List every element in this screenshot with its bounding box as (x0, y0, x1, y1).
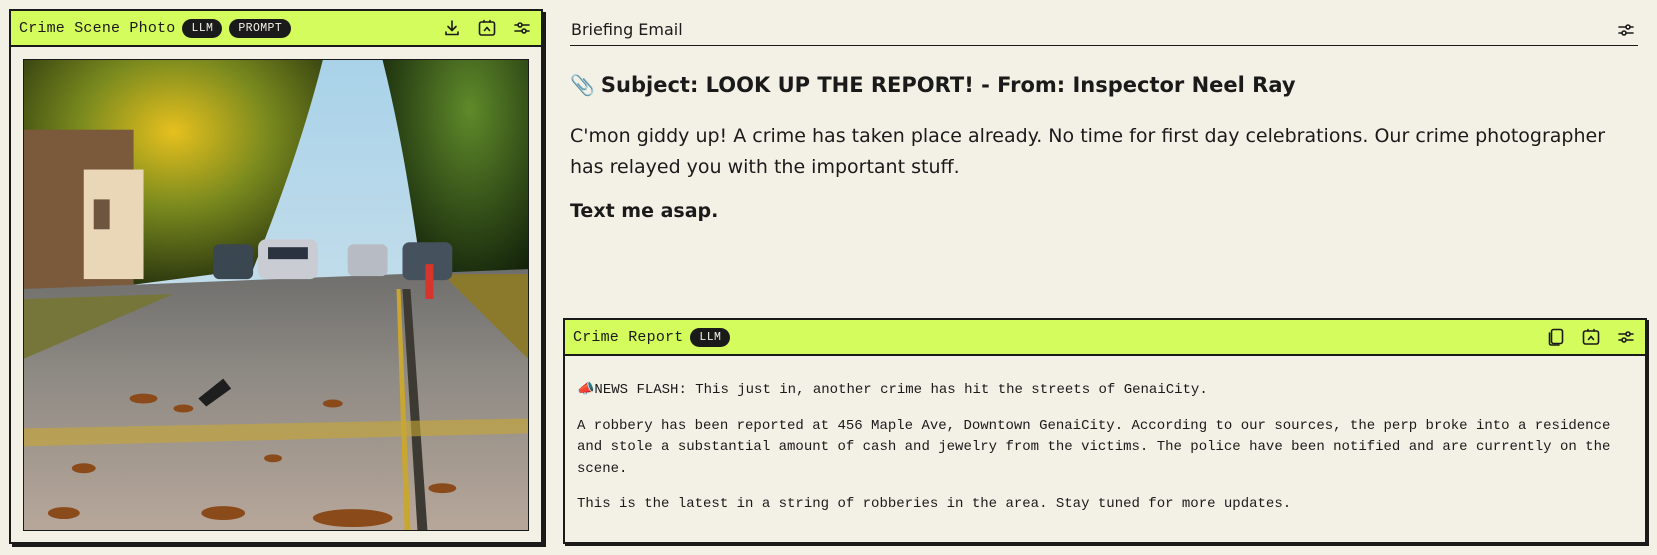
report-body: 📣NEWS FLASH: This just in, another crime… (565, 356, 1645, 516)
download-icon[interactable] (441, 17, 463, 39)
report-paragraph: 📣NEWS FLASH: This just in, another crime… (577, 382, 1208, 398)
share-icon[interactable] (476, 17, 498, 39)
briefing-email: Briefing Email 📎 Subject: LOOK UP THE RE… (570, 14, 1638, 314)
prompt-badge: PROMPT (229, 18, 292, 38)
report-panel-header: Crime Report LLM (565, 320, 1645, 356)
photo-panel-title: Crime Scene Photo (19, 19, 176, 37)
briefing-email-title: Briefing Email (571, 20, 683, 39)
crime-scene-photo-panel: Crime Scene Photo LLM PROMPT (9, 9, 543, 544)
paperclip-icon: 📎 (570, 73, 595, 97)
llm-badge: LLM (690, 327, 731, 347)
settings-sliders-icon[interactable] (1615, 19, 1637, 41)
email-subject: 📎 Subject: LOOK UP THE REPORT! - From: I… (570, 73, 1638, 97)
share-icon[interactable] (1580, 326, 1602, 348)
report-paragraph: This is the latest in a string of robber… (577, 496, 1292, 512)
crime-scene-photo (23, 59, 529, 531)
settings-sliders-icon[interactable] (1615, 326, 1637, 348)
settings-sliders-icon[interactable] (511, 17, 533, 39)
briefing-email-header: Briefing Email (570, 14, 1638, 46)
report-paragraph: A robbery has been reported at 456 Maple… (577, 417, 1611, 477)
email-closing: Text me asap. (570, 200, 719, 222)
crime-report-panel: Crime Report LLM 📣NEWS FLASH: This just … (563, 318, 1647, 544)
email-subject-text: Subject: LOOK UP THE REPORT! - From: Ins… (600, 73, 1296, 97)
photo-panel-header: Crime Scene Photo LLM PROMPT (11, 11, 541, 47)
llm-badge: LLM (182, 18, 223, 38)
copy-icon[interactable] (1545, 326, 1567, 348)
report-panel-title: Crime Report (573, 328, 684, 346)
email-body: C'mon giddy up! A crime has taken place … (570, 125, 1606, 178)
